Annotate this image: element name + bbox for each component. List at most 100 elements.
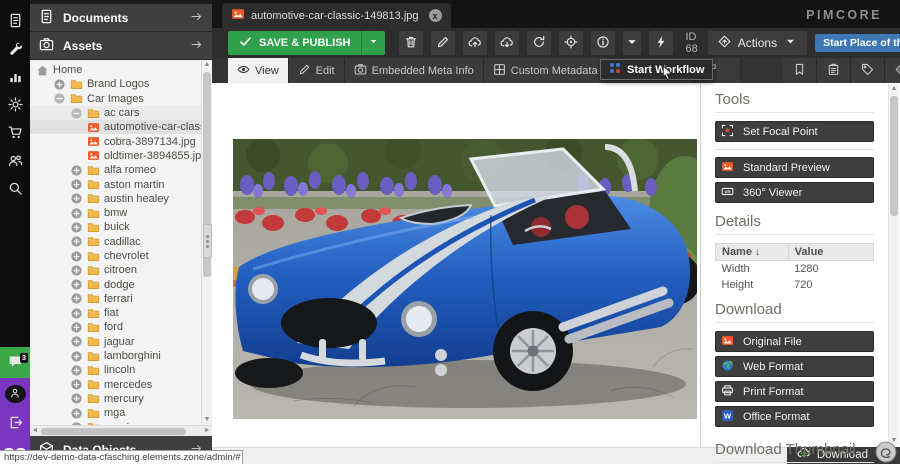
expander-plus-icon[interactable]: [70, 321, 84, 334]
expander-minus-icon[interactable]: [70, 107, 84, 120]
tree-item-chevrolet[interactable]: chevrolet: [30, 249, 201, 263]
expander-minus-icon[interactable]: [53, 92, 67, 105]
expander-plus-icon[interactable]: [70, 335, 84, 348]
scrollbar-thumb[interactable]: [41, 428, 186, 435]
expander-plus-icon[interactable]: [70, 278, 84, 291]
expander-plus-icon[interactable]: [70, 378, 84, 391]
arrow-right-icon[interactable]: [190, 10, 203, 26]
scroll-up-icon[interactable]: ▲: [889, 84, 899, 94]
expander-plus-icon[interactable]: [70, 192, 84, 205]
expander-plus-icon[interactable]: [70, 307, 84, 320]
accordion-assets[interactable]: Assets: [30, 32, 212, 60]
tree-item-car-images[interactable]: Car Images: [30, 92, 201, 106]
tree-item-ac-cars[interactable]: ac cars: [30, 106, 201, 120]
upload-button[interactable]: [463, 31, 487, 55]
standard-preview-button[interactable]: Standard Preview: [715, 157, 874, 178]
panel-vertical-scrollbar[interactable]: ▲ ▼: [888, 84, 899, 446]
user-avatar-button[interactable]: [5, 385, 26, 403]
rename-button[interactable]: [431, 31, 455, 55]
expander-plus-icon[interactable]: [70, 250, 84, 263]
tab-edit[interactable]: Edit: [289, 58, 345, 83]
tree-item-automotive-car-classic-14[interactable]: automotive-car-classic-14: [30, 120, 201, 134]
info-button[interactable]: [591, 31, 615, 55]
360-viewer-button[interactable]: VR360° Viewer: [715, 182, 874, 203]
expander-plus-icon[interactable]: [70, 392, 84, 405]
tree-horizontal-scrollbar[interactable]: ◄ ►: [30, 425, 212, 436]
vendor-logo-badge[interactable]: [875, 441, 897, 463]
locate-in-tree-button[interactable]: [559, 31, 583, 55]
rail-file-button[interactable]: [0, 8, 30, 36]
tree-item-buick[interactable]: buick: [30, 220, 201, 234]
arrow-right-icon[interactable]: [190, 38, 203, 54]
tree-item-austin-healey[interactable]: austin healey: [30, 192, 201, 206]
expander-plus-icon[interactable]: [70, 221, 84, 234]
tree-item-citroen[interactable]: citroen: [30, 263, 201, 277]
tree-item-home[interactable]: Home: [30, 63, 201, 77]
tree-item-mga[interactable]: mga: [30, 406, 201, 420]
tree-item-lamborghini[interactable]: lamborghini: [30, 349, 201, 363]
tree-item-fiat[interactable]: fiat: [30, 306, 201, 320]
scroll-left-icon[interactable]: ◄: [30, 426, 40, 436]
tree-item-dodge[interactable]: dodge: [30, 277, 201, 291]
scroll-up-icon[interactable]: ▲: [202, 60, 212, 70]
rail-reports-button[interactable]: [0, 64, 30, 92]
table-row[interactable]: Height720: [716, 277, 874, 293]
tab-embedded-meta-info[interactable]: Embedded Meta Info: [345, 58, 484, 83]
actions-button[interactable]: Actions: [708, 31, 807, 55]
rail-search-button[interactable]: [0, 176, 30, 204]
expander-plus-icon[interactable]: [70, 164, 84, 177]
tab-workflow[interactable]: [885, 58, 900, 83]
table-row[interactable]: Width1280: [716, 261, 874, 278]
expander-plus-icon[interactable]: [70, 207, 84, 220]
rail-ecommerce-button[interactable]: [0, 120, 30, 148]
info-dropdown-button[interactable]: [623, 31, 641, 55]
rail-users-button[interactable]: [0, 148, 30, 176]
tree-item-oldtimer-3894855-jpg[interactable]: oldtimer-3894855.jpg: [30, 149, 201, 163]
chat-button[interactable]: 3: [0, 347, 30, 378]
expander-plus-icon[interactable]: [70, 178, 84, 191]
expander-plus-icon[interactable]: [53, 78, 67, 91]
expander-plus-icon[interactable]: [70, 407, 84, 420]
tree-item-jaguar[interactable]: jaguar: [30, 335, 201, 349]
expander-plus-icon[interactable]: [70, 292, 84, 305]
panel-splitter[interactable]: [203, 224, 212, 258]
scrollbar-thumb[interactable]: [890, 96, 898, 216]
office-format-button[interactable]: WOffice Format: [715, 406, 874, 427]
tree-item-mercedes[interactable]: mercedes: [30, 378, 201, 392]
rail-settings-button[interactable]: [0, 92, 30, 120]
print-format-button[interactable]: Print Format: [715, 381, 874, 402]
tab-notes[interactable]: [783, 58, 817, 83]
web-format-button[interactable]: Web Format: [715, 356, 874, 377]
tab-view[interactable]: View: [228, 58, 289, 83]
tree-item-brand-logos[interactable]: Brand Logos: [30, 77, 201, 91]
tree-item-ford[interactable]: ford: [30, 320, 201, 334]
tree-item-ferrari[interactable]: ferrari: [30, 292, 201, 306]
delete-button[interactable]: [399, 31, 423, 55]
save-publish-button[interactable]: SAVE & PUBLISH: [228, 31, 385, 55]
expander-plus-icon[interactable]: [70, 264, 84, 277]
details-col-value[interactable]: Value: [788, 244, 873, 261]
reload-button[interactable]: [527, 31, 551, 55]
scroll-down-icon[interactable]: ▼: [202, 415, 212, 425]
expander-plus-icon[interactable]: [70, 364, 84, 377]
save-dropdown-button[interactable]: [361, 31, 385, 55]
lightning-button[interactable]: [649, 31, 673, 55]
tree-item-alfa-romeo[interactable]: alfa romeo: [30, 163, 201, 177]
tree-item-lincoln[interactable]: lincoln: [30, 363, 201, 377]
tree-item-cadillac[interactable]: cadillac: [30, 235, 201, 249]
set-focal-point-button[interactable]: Set Focal Point: [715, 121, 874, 142]
scroll-right-icon[interactable]: ►: [202, 426, 212, 436]
accordion-documents[interactable]: Documents: [30, 4, 212, 32]
logout-button[interactable]: [0, 412, 30, 436]
original-file-button[interactable]: Original File: [715, 331, 874, 352]
download-version-button[interactable]: [495, 31, 519, 55]
tree-item-aston-martin[interactable]: aston martin: [30, 177, 201, 191]
tree-item-cobra-3897134-jpg[interactable]: cobra-3897134.jpg: [30, 134, 201, 148]
tab-schedule[interactable]: [817, 58, 851, 83]
tab-tags[interactable]: [851, 58, 885, 83]
expander-plus-icon[interactable]: [70, 235, 84, 248]
details-col-name[interactable]: Name ↓: [716, 244, 789, 261]
close-icon[interactable]: x: [429, 9, 442, 22]
tree-item-mercury[interactable]: mercury: [30, 392, 201, 406]
rail-tools-button[interactable]: [0, 36, 30, 64]
